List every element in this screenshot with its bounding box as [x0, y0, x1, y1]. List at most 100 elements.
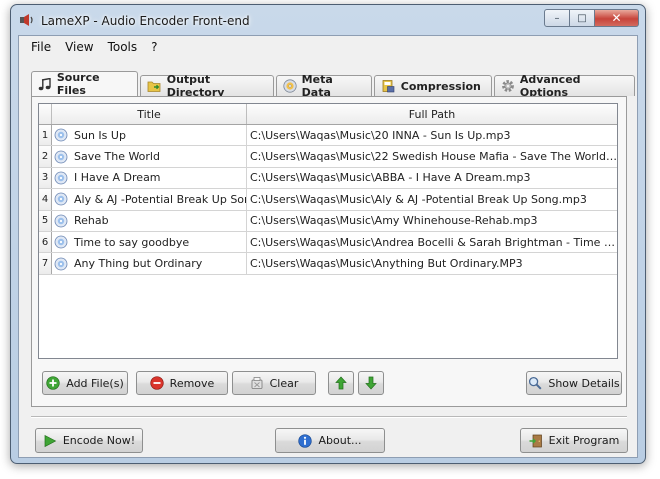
client-area: File View Tools ? Source Files Output Di… — [18, 35, 638, 458]
file-path: C:\Users\Waqas\Music\Andrea Bocelli & Sa… — [250, 235, 617, 249]
close-button[interactable]: ✕ — [595, 9, 639, 27]
encode-now-label: Encode Now! — [62, 434, 136, 447]
file-path: C:\Users\Waqas\Music\Amy Whinehouse-Reha… — [250, 214, 538, 228]
show-details-button[interactable]: Show Details — [526, 371, 622, 395]
title-cell: Time to say goodbye — [52, 231, 247, 253]
path-cell: C:\Users\Waqas\Music\22 Swedish House Ma… — [247, 146, 617, 166]
clear-button[interactable]: Clear — [232, 371, 316, 395]
title-cell: Save The World — [52, 146, 247, 167]
file-path: C:\Users\Waqas\Music\Anything But Ordina… — [250, 257, 523, 271]
file-path: C:\Users\Waqas\Music\ABBA - I Have A Dre… — [250, 171, 531, 185]
audio-file-icon — [54, 128, 68, 142]
add-files-button[interactable]: Add File(s) — [42, 371, 128, 395]
tab-output-directory[interactable]: Output Directory — [139, 73, 274, 99]
audio-file-icon — [54, 235, 68, 249]
remove-button[interactable]: Remove — [136, 371, 228, 395]
music-note-icon — [38, 77, 52, 91]
row-number: 3 — [39, 167, 52, 189]
path-cell: C:\Users\Waqas\Music\Amy Whinehouse-Reha… — [247, 211, 617, 231]
exit-door-icon — [529, 434, 542, 447]
exit-program-button[interactable]: Exit Program — [520, 428, 628, 453]
gear-icon — [501, 80, 515, 93]
row-number-header — [39, 104, 52, 124]
tab-label: Compression — [400, 79, 481, 93]
menu-view[interactable]: View — [58, 40, 100, 54]
track-title: Save The World — [74, 150, 160, 164]
audio-file-icon — [54, 150, 68, 163]
source-files-table[interactable]: Title Full Path 1 Sun Is Up C:\Users\Waq… — [38, 103, 618, 359]
table-header: Title Full Path — [39, 104, 617, 125]
about-button[interactable]: About... — [275, 428, 385, 453]
table-row[interactable]: 3 I Have A Dream C:\Users\Waqas\Music\AB… — [39, 167, 617, 190]
title-bar[interactable]: LameXP - Audio Encoder Front-end – □ ✕ — [11, 5, 645, 33]
minimize-button[interactable]: – — [544, 9, 570, 27]
tab-advanced-options[interactable]: Advanced Options — [493, 73, 635, 99]
track-title: Rehab — [74, 214, 109, 228]
table-row[interactable]: 5 Rehab C:\Users\Waqas\Music\Amy Whineho… — [39, 210, 617, 232]
path-cell: C:\Users\Waqas\Music\Aly & AJ -Potential… — [247, 189, 617, 209]
clear-icon — [251, 377, 263, 389]
track-title: Any Thing but Ordinary — [74, 257, 203, 271]
info-icon — [298, 433, 313, 448]
table-row[interactable]: 1 Sun Is Up C:\Users\Waqas\Music\20 INNA… — [39, 125, 617, 147]
title-cell: Any Thing but Ordinary — [52, 253, 247, 274]
track-title: Sun Is Up — [74, 128, 126, 142]
table-row[interactable]: 4 Aly & AJ -Potential Break Up Song C:\U… — [39, 189, 617, 211]
show-details-label: Show Details — [548, 376, 620, 390]
source-files-panel: Title Full Path 1 Sun Is Up C:\Users\Waq… — [31, 96, 627, 407]
exit-program-label: Exit Program — [548, 434, 620, 447]
clear-label: Clear — [269, 376, 299, 390]
title-column-header[interactable]: Title — [52, 104, 247, 124]
tab-meta-data[interactable]: Meta Data — [275, 73, 372, 99]
tab-compression[interactable]: Compression — [373, 75, 492, 96]
window-title: LameXP - Audio Encoder Front-end — [41, 14, 250, 28]
tab-label: Source Files — [56, 71, 100, 97]
file-path: C:\Users\Waqas\Music\22 Swedish House Ma… — [250, 150, 617, 164]
row-number: 6 — [39, 231, 52, 253]
track-title: Time to say goodbye — [74, 235, 190, 249]
audio-file-icon — [54, 214, 68, 228]
path-cell: C:\Users\Waqas\Music\20 INNA - Sun Is Up… — [247, 125, 617, 145]
app-window: LameXP - Audio Encoder Front-end – □ ✕ F… — [10, 4, 646, 464]
path-column-header[interactable]: Full Path — [247, 104, 617, 124]
path-cell: C:\Users\Waqas\Music\ABBA - I Have A Dre… — [247, 168, 617, 188]
add-files-label: Add File(s) — [66, 376, 124, 390]
remove-icon — [150, 376, 164, 390]
table-row[interactable]: 2 Save The World C:\Users\Waqas\Music\22… — [39, 146, 617, 168]
title-cell: Sun Is Up — [52, 125, 247, 146]
menu-tools[interactable]: Tools — [101, 40, 145, 54]
title-cell: Rehab — [52, 210, 247, 231]
path-cell: C:\Users\Waqas\Music\Andrea Bocelli & Sa… — [247, 232, 617, 252]
encode-now-button[interactable]: Encode Now! — [35, 428, 143, 453]
title-cell: Aly & AJ -Potential Break Up Song — [52, 189, 247, 210]
row-number: 5 — [39, 210, 52, 231]
row-number: 1 — [39, 125, 52, 146]
remove-label: Remove — [169, 376, 215, 390]
book-icon — [381, 80, 396, 93]
table-row[interactable]: 7 Any Thing but Ordinary C:\Users\Waqas\… — [39, 253, 617, 275]
tab-source-files[interactable]: Source Files — [31, 71, 138, 97]
add-icon — [46, 376, 60, 390]
magnifier-icon — [529, 376, 542, 390]
folder-arrow-icon — [147, 80, 162, 93]
file-path: C:\Users\Waqas\Music\20 INNA - Sun Is Up… — [250, 128, 511, 142]
tab-bar: Source Files Output Directory Meta Data … — [31, 71, 637, 99]
audio-file-icon — [54, 257, 68, 270]
move-up-button[interactable] — [328, 371, 354, 395]
audio-file-icon — [54, 171, 68, 185]
row-number: 7 — [39, 253, 52, 274]
move-down-button[interactable] — [358, 371, 384, 395]
title-cell: I Have A Dream — [52, 167, 247, 189]
table-row[interactable]: 6 Time to say goodbye C:\Users\Waqas\Mus… — [39, 231, 617, 254]
play-icon — [44, 434, 57, 447]
menu-bar: File View Tools ? — [19, 36, 637, 58]
menu-help[interactable]: ? — [144, 40, 164, 54]
track-title: I Have A Dream — [74, 171, 161, 185]
row-number: 2 — [39, 146, 52, 167]
menu-file[interactable]: File — [24, 40, 58, 54]
about-label: About... — [318, 434, 362, 447]
maximize-button[interactable]: □ — [570, 9, 595, 27]
disc-icon — [283, 79, 297, 93]
arrow-down-icon — [365, 376, 377, 390]
audio-file-icon — [54, 192, 68, 206]
